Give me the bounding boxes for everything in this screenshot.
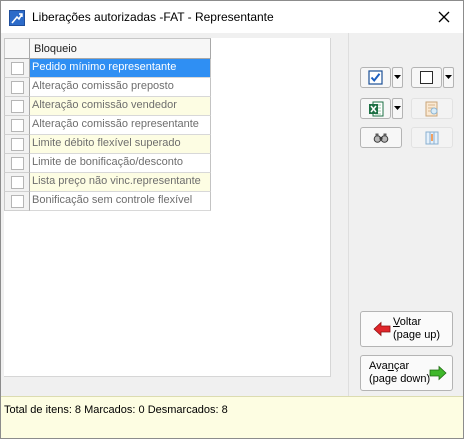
next-button[interactable]: Avançar (page down): [360, 355, 453, 391]
row-label[interactable]: Limite de bonificação/desconto: [30, 154, 211, 173]
data-grid[interactable]: Bloqueio Pedido mínimo representante Alt…: [4, 38, 331, 377]
columns-button[interactable]: [411, 127, 453, 148]
column-header-bloqueio[interactable]: Bloqueio: [30, 38, 211, 59]
table-row[interactable]: Lista preço não vinc.representante: [4, 173, 211, 192]
row-select-cell[interactable]: [4, 59, 30, 78]
row-checkbox[interactable]: [10, 156, 24, 170]
row-select-cell[interactable]: [4, 192, 30, 211]
chevron-down-icon: [394, 106, 401, 110]
close-button[interactable]: [425, 1, 463, 33]
chevron-down-icon: [394, 75, 401, 79]
columns-icon: [425, 131, 439, 144]
arrow-right-icon: [429, 365, 447, 381]
check-options-dropdown[interactable]: [392, 67, 403, 88]
table-row[interactable]: Limite de bonificação/desconto: [4, 154, 211, 173]
row-checkbox[interactable]: [10, 61, 24, 75]
excel-icon: [368, 101, 383, 116]
uncheck-all-button[interactable]: [411, 67, 442, 88]
row-select-cell[interactable]: [4, 78, 30, 97]
back-button-label: Voltar (page up): [393, 316, 441, 341]
back-button[interactable]: Voltar (page up): [360, 311, 453, 347]
row-checkbox[interactable]: [10, 175, 24, 189]
row-checkbox[interactable]: [10, 80, 24, 94]
row-label[interactable]: Bonificação sem controle flexível: [30, 192, 211, 211]
binoculars-icon: [373, 133, 389, 143]
arrow-left-icon: [373, 321, 391, 337]
item-count-status: Total de itens: 8 Marcados: 0 Desmarcado…: [4, 404, 228, 416]
title-bar[interactable]: Liberações autorizadas -FAT - Representa…: [1, 1, 463, 33]
check-all-button[interactable]: [360, 67, 391, 88]
row-select-cell[interactable]: [4, 154, 30, 173]
row-label[interactable]: Lista preço não vinc.representante: [30, 173, 211, 192]
action-panel: Voltar (page up) Avançar (page down): [348, 33, 463, 396]
row-select-cell[interactable]: [4, 97, 30, 116]
row-select-cell[interactable]: [4, 173, 30, 192]
table-row[interactable]: Alteração comissão vendedor: [4, 97, 211, 116]
window-title: Liberações autorizadas -FAT - Representa…: [32, 10, 274, 24]
row-checkbox[interactable]: [10, 194, 24, 208]
row-label[interactable]: Alteração comissão vendedor: [30, 97, 211, 116]
row-select-cell[interactable]: [4, 116, 30, 135]
status-bar: Total de itens: 8 Marcados: 0 Desmarcado…: [1, 396, 463, 438]
row-checkbox[interactable]: [10, 118, 24, 132]
next-button-label: Avançar (page down): [369, 360, 431, 385]
row-label[interactable]: Alteração comissão preposto: [30, 78, 211, 97]
row-checkbox[interactable]: [10, 137, 24, 151]
row-label[interactable]: Alteração comissão representante: [30, 116, 211, 135]
row-select-cell[interactable]: [4, 135, 30, 154]
row-checkbox[interactable]: [10, 99, 24, 113]
chevron-down-icon: [445, 75, 452, 79]
uncheck-all-icon: [420, 71, 433, 84]
print-preview-icon: [425, 101, 438, 116]
table-row[interactable]: Pedido mínimo representante: [4, 59, 211, 78]
row-label[interactable]: Limite débito flexível superado: [30, 135, 211, 154]
close-icon: [438, 11, 450, 23]
header-select-cell[interactable]: [4, 38, 30, 59]
table-row[interactable]: Limite débito flexível superado: [4, 135, 211, 154]
row-label[interactable]: Pedido mínimo representante: [30, 59, 211, 78]
table-row[interactable]: Alteração comissão preposto: [4, 78, 211, 97]
uncheck-options-dropdown[interactable]: [443, 67, 454, 88]
table-row[interactable]: Bonificação sem controle flexível: [4, 192, 211, 211]
dialog-content: Bloqueio Pedido mínimo representante Alt…: [1, 33, 463, 396]
grid-rows: Pedido mínimo representante Alteração co…: [4, 59, 211, 211]
dialog-window: Liberações autorizadas -FAT - Representa…: [0, 0, 464, 439]
export-excel-button[interactable]: [360, 98, 391, 119]
check-all-icon: [368, 70, 383, 85]
print-preview-button[interactable]: [411, 98, 453, 119]
export-options-dropdown[interactable]: [392, 98, 403, 119]
app-icon: [9, 10, 25, 26]
table-row[interactable]: Alteração comissão representante: [4, 116, 211, 135]
find-button[interactable]: [360, 127, 402, 148]
grid-header: Bloqueio: [4, 38, 211, 59]
